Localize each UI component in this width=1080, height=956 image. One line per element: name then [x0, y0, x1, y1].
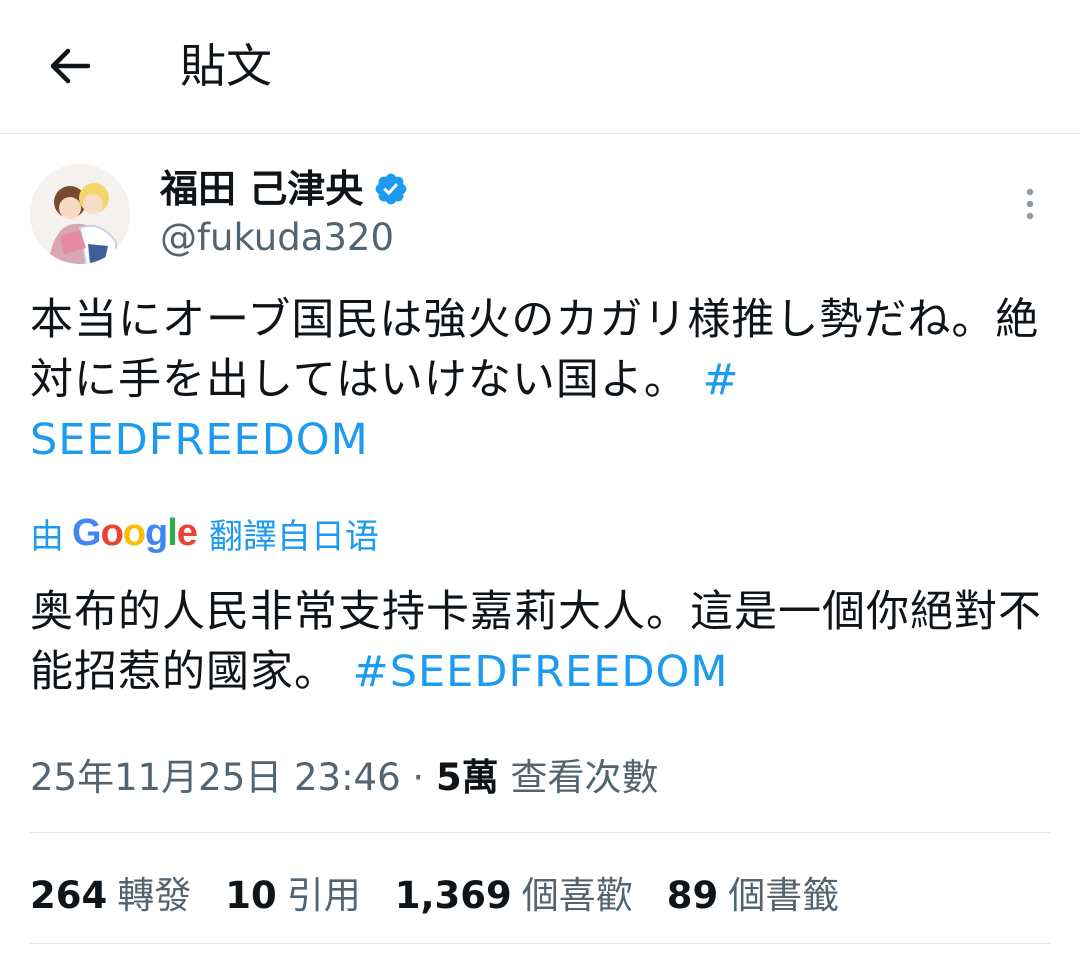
avatar[interactable]	[30, 164, 130, 264]
hashtag-link-part2[interactable]: SEEDFREEDOM	[30, 415, 369, 465]
translated-text: 奥布的人民非常支持卡嘉莉大人。這是一個你絕對不能招惹的國家。 #SEEDFREE…	[30, 582, 1050, 702]
top-bar: 貼文	[0, 0, 1080, 133]
avatar-illustration	[30, 164, 130, 264]
meta-separator: ·	[400, 756, 436, 799]
more-options-button[interactable]	[1008, 182, 1052, 226]
views-label: 查看次數	[510, 756, 659, 799]
likes-label: 個喜歡	[521, 874, 633, 917]
bookmarks-stat[interactable]: 89 個書籤	[667, 865, 840, 919]
quotes-stat[interactable]: 10 引用	[225, 865, 361, 919]
google-logo: Google	[72, 511, 198, 554]
quotes-count: 10	[225, 874, 277, 917]
back-button[interactable]	[44, 40, 96, 92]
author-display-name[interactable]: 福田 己津央	[160, 163, 363, 215]
engagement-stats: 264 轉發 10 引用 1,369 個喜歡 89 個書籤	[30, 864, 873, 920]
quotes-label: 引用	[286, 874, 361, 917]
likes-stat[interactable]: 1,369 個喜歡	[395, 865, 633, 919]
retweets-count: 264	[30, 874, 108, 917]
bookmarks-count: 89	[666, 874, 719, 917]
hashtag-link-part1[interactable]: #	[703, 355, 740, 405]
header-divider	[0, 133, 1080, 134]
author-handle[interactable]: @fukuda320	[160, 213, 394, 263]
arrow-left-icon	[50, 48, 91, 84]
tweet-timestamp[interactable]: 25年11月25日 23:46	[30, 756, 401, 799]
retweets-stat[interactable]: 264 轉發	[30, 865, 191, 919]
verified-badge-icon	[375, 173, 407, 205]
tweet-text: 本当にオーブ国民は強火のカガリ様推し勢だね。絶対に手を出してはいけない国よ。 #…	[30, 290, 1050, 470]
likes-count: 1,369	[394, 874, 512, 917]
stats-divider	[30, 943, 1050, 944]
more-vertical-icon	[1026, 188, 1034, 220]
views-count: 5萬	[435, 756, 499, 799]
author-name-row: 福田 己津央	[160, 163, 409, 215]
page-title: 貼文	[180, 39, 272, 93]
tweet-body: 本当にオーブ国民は強火のカガリ様推し勢だね。絶対に手を出してはいけない国よ。	[30, 295, 1040, 405]
translation-toggle[interactable]: 由 Google 翻譯自日语	[30, 508, 379, 558]
bookmarks-label: 個書籤	[728, 874, 840, 917]
translated-hashtag-link[interactable]: #SEEDFREEDOM	[353, 647, 729, 697]
tweet-meta: 25年11月25日 23:46 · 5萬 查看次數	[30, 752, 658, 804]
translation-source-label: 翻譯自日语	[208, 516, 379, 557]
translation-by-label: 由	[30, 516, 64, 557]
retweets-label: 轉發	[117, 874, 192, 917]
meta-divider	[30, 832, 1050, 833]
